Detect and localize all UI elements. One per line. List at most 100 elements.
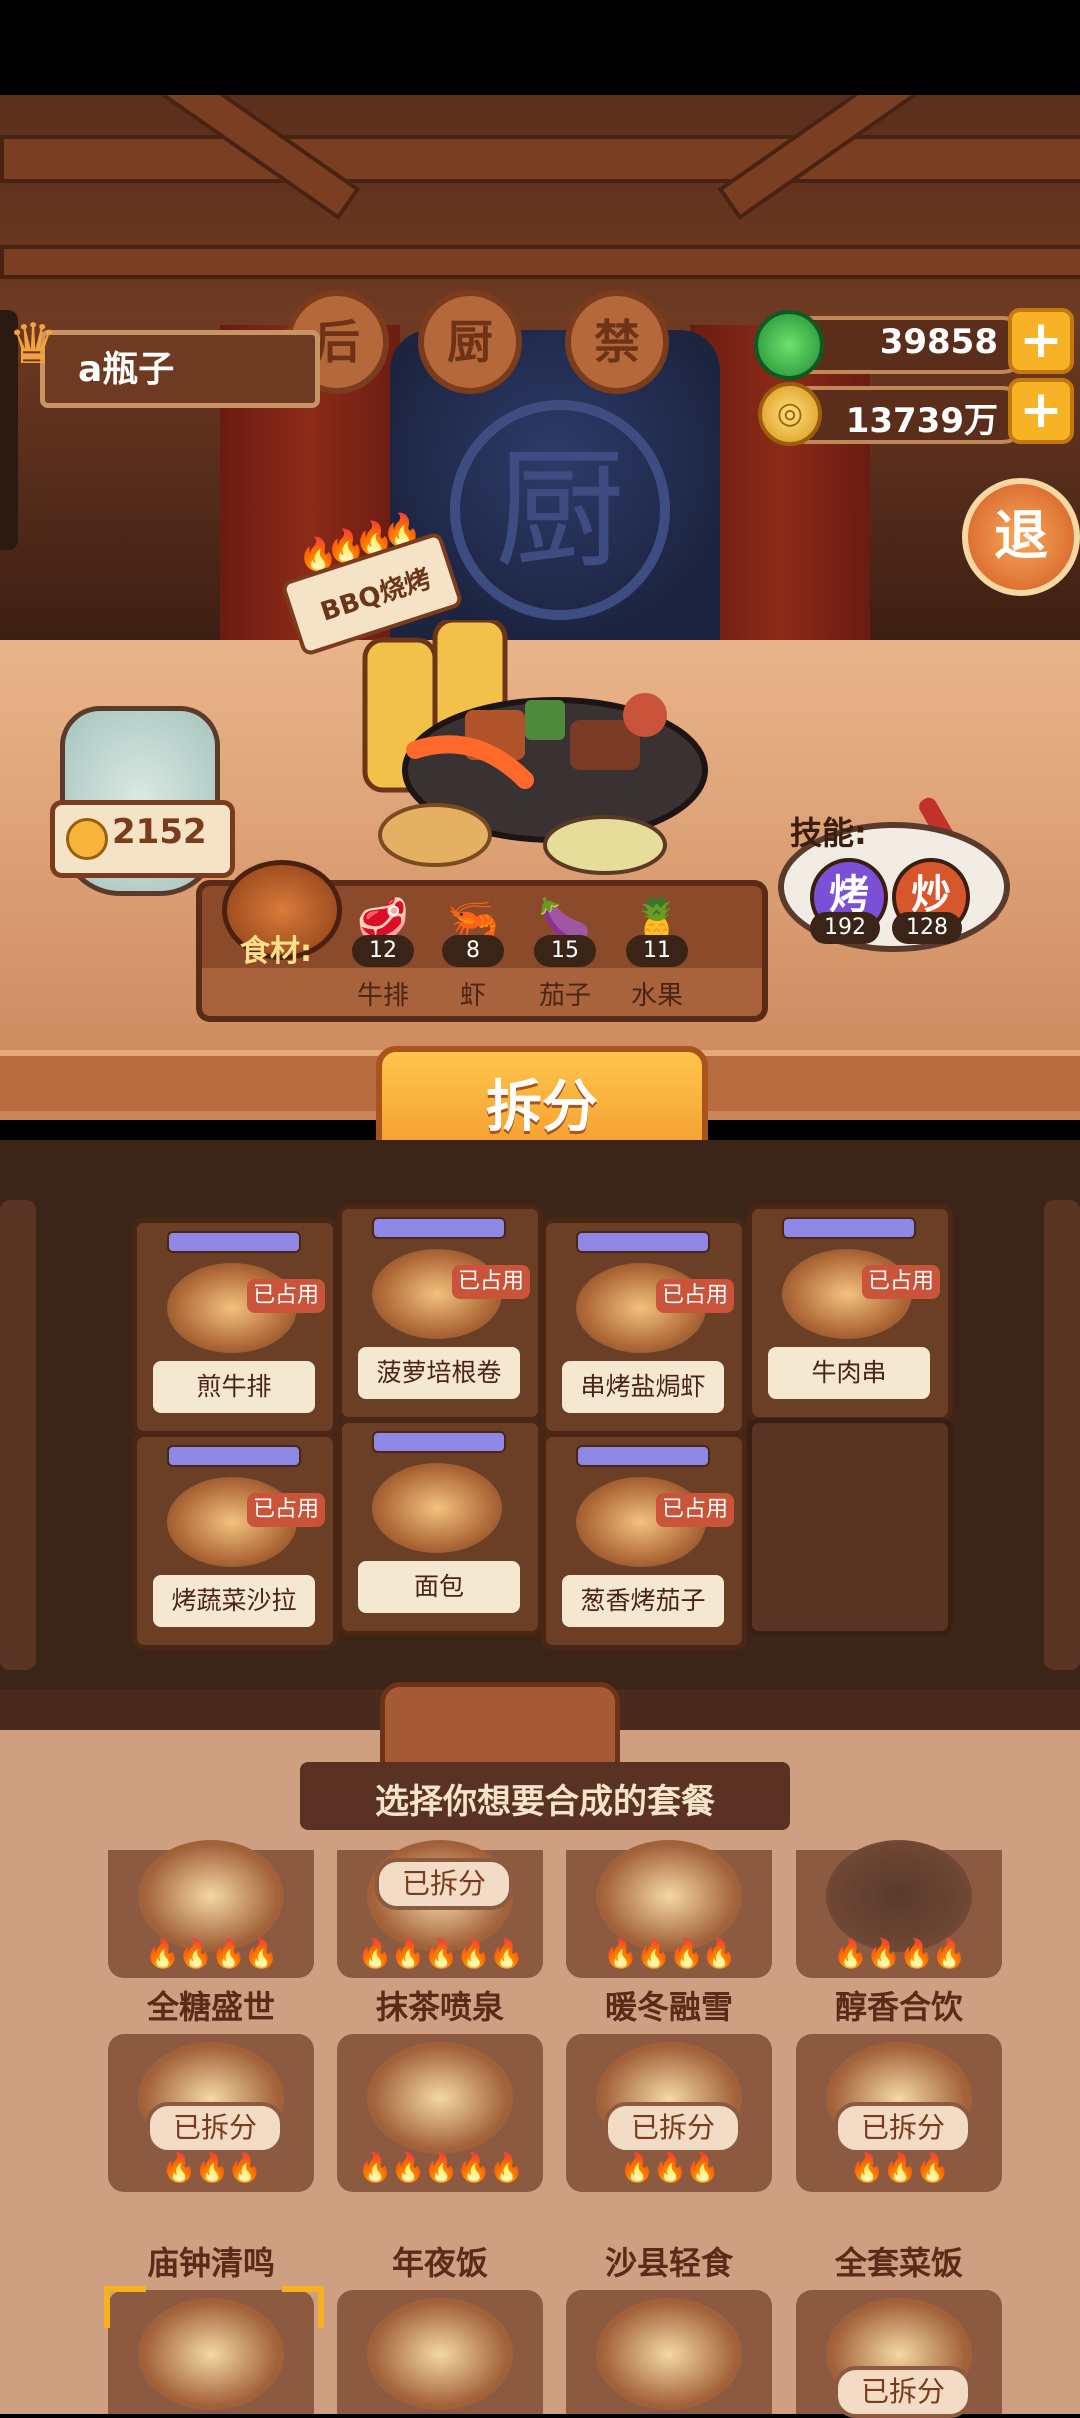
bbq-platter-image <box>362 620 708 875</box>
set-tile-locked[interactable]: 🔥🔥🔥🔥 <box>796 1840 1002 1978</box>
empty-dish-slot[interactable] <box>747 1418 953 1636</box>
exit-button[interactable]: 退 <box>962 478 1080 596</box>
set-tile[interactable]: 已拆分 🔥🔥🔥🔥🔥 <box>337 1840 543 1978</box>
ingredient-title: 食材: <box>240 934 312 969</box>
split-status-badge: 已拆分 <box>375 1858 513 1910</box>
ingredient-count: 12 <box>352 935 414 967</box>
ingredient-count: 15 <box>534 935 596 967</box>
set-dish-image <box>596 2298 742 2410</box>
set-heat-flames: 🔥🔥🔥 <box>619 2151 721 2184</box>
dish-level-bar <box>167 1445 301 1467</box>
set-silhouette-image <box>826 1840 972 1952</box>
set-name: 暖冬融雪 <box>604 1988 733 2026</box>
split-status-badge: 已拆分 <box>604 2102 742 2154</box>
ingredient-name: 牛排 <box>356 981 409 1011</box>
occupied-badge: 已占用 <box>655 1279 734 1313</box>
set-tile[interactable]: 🔥🔥🔥🔥 <box>108 1840 314 1978</box>
ingredient-count: 11 <box>626 935 688 967</box>
dish-card[interactable]: 已占用 煎牛排 <box>132 1218 338 1436</box>
set-heat-flames: 🔥🔥🔥🔥 <box>603 1937 736 1970</box>
set-dish-image <box>138 1840 284 1952</box>
add-coin-button[interactable]: + <box>1008 378 1074 444</box>
split-status-badge: 已拆分 <box>146 2102 284 2154</box>
set-tile[interactable]: 🔥🔥🔥🔥 <box>566 1840 772 1978</box>
door-plaque: 厨 <box>418 290 522 394</box>
dish-name: 串烤盐焗虾 <box>562 1361 724 1413</box>
split-status-badge: 已拆分 <box>834 2366 972 2418</box>
dish-name: 牛肉串 <box>768 1347 930 1399</box>
occupied-badge: 已占用 <box>246 1279 325 1313</box>
dish-name: 煎牛排 <box>153 1361 315 1413</box>
dish-card[interactable]: 已占用 烤蔬菜沙拉 <box>132 1432 338 1650</box>
bread-image <box>372 1463 502 1553</box>
dish-level-bar <box>372 1431 506 1453</box>
dish-name: 面包 <box>358 1561 520 1613</box>
ingredient-name: 茄子 <box>538 981 591 1011</box>
ingredient-name: 水果 <box>630 981 683 1011</box>
dish-level-bar <box>782 1217 916 1239</box>
user-name: a瓶子 <box>78 349 175 390</box>
ingredient-count: 8 <box>442 935 504 967</box>
kitchen-logo: 厨 <box>450 400 670 620</box>
set-tile[interactable]: 已拆分 🔥🔥🔥 <box>796 2034 1002 2192</box>
set-name: 年夜饭 <box>391 2244 488 2282</box>
skill-title: 技能: <box>790 814 867 852</box>
occupied-badge: 已占用 <box>246 1493 325 1527</box>
selection-corner <box>282 2286 324 2328</box>
jade-currency-icon <box>754 310 824 380</box>
set-name: 全糖盛世 <box>146 1988 275 2026</box>
set-tile[interactable] <box>566 2290 772 2414</box>
set-dish-image <box>596 1840 742 1952</box>
chef-avatar-icon[interactable]: ♛ <box>8 312 64 392</box>
set-tile[interactable]: 已拆分 <box>796 2290 1002 2418</box>
set-heat-flames: 🔥🔥🔥🔥 <box>145 1937 278 1970</box>
set-tile[interactable]: 已拆分 🔥🔥🔥 <box>566 2034 772 2192</box>
selection-corner <box>104 2286 146 2328</box>
occupied-badge: 已占用 <box>861 1265 940 1299</box>
ceiling-rail <box>0 245 1080 279</box>
dish-card[interactable]: 已占用 菠萝培根卷 <box>337 1204 543 1422</box>
occupied-badge: 已占用 <box>655 1493 734 1527</box>
split-status-badge: 已拆分 <box>834 2102 972 2154</box>
occupied-badge: 已占用 <box>451 1265 530 1299</box>
status-bar-area <box>0 0 1080 95</box>
dish-name: 烤蔬菜沙拉 <box>153 1575 315 1627</box>
cabinet-post <box>0 1200 36 1670</box>
set-tile[interactable]: 🔥🔥🔥🔥🔥 <box>337 2034 543 2192</box>
stirfry-skill-value: 128 <box>892 912 962 944</box>
set-tile[interactable]: 已拆分 🔥🔥🔥 <box>108 2034 314 2192</box>
dish-card[interactable]: 已占用 牛肉串 <box>747 1204 953 1422</box>
jar-coin-value: 2152 <box>112 812 207 852</box>
dish-card[interactable]: 已占用 葱香烤茄子 <box>541 1432 747 1650</box>
set-dish-image <box>367 2298 513 2410</box>
coin-icon <box>66 818 108 860</box>
set-heat-flames: 🔥🔥🔥🔥🔥 <box>357 1937 524 1970</box>
bbq-set-image <box>138 2298 284 2410</box>
add-jade-button[interactable]: + <box>1008 308 1074 374</box>
door-plaque: 禁 <box>565 290 669 394</box>
dish-level-bar <box>576 1231 710 1253</box>
coin-value: 13739万 <box>845 401 998 441</box>
set-heat-flames: 🔥🔥🔥 <box>161 2151 263 2184</box>
cabinet-post <box>1044 1200 1080 1670</box>
jade-value: 39858 <box>879 322 998 362</box>
set-name: 醇香合饮 <box>834 1988 963 2026</box>
set-panel-title: 选择你想要合成的套餐 <box>375 1782 715 1822</box>
grill-skill-value: 192 <box>810 912 880 944</box>
roof-beam <box>0 135 1080 183</box>
set-heat-flames: 🔥🔥🔥 <box>849 2151 951 2184</box>
dish-name: 菠萝培根卷 <box>358 1347 520 1399</box>
ingredient-name: 虾 <box>459 981 486 1011</box>
dish-name: 葱香烤茄子 <box>562 1575 724 1627</box>
set-heat-flames: 🔥🔥🔥🔥 <box>833 1937 966 1970</box>
set-name: 全套菜饭 <box>834 2244 963 2282</box>
set-name: 抹茶喷泉 <box>375 1988 504 2026</box>
set-name: 庙钟清鸣 <box>146 2244 275 2282</box>
set-tile[interactable] <box>337 2290 543 2414</box>
dish-level-bar <box>576 1445 710 1467</box>
panel-drawer-handle[interactable] <box>380 1682 620 1770</box>
dish-card[interactable]: 面包 <box>337 1418 543 1636</box>
coin-currency-icon: ◎ <box>758 382 822 446</box>
dish-card[interactable]: 已占用 串烤盐焗虾 <box>541 1218 747 1436</box>
set-name: 沙县轻食 <box>604 2244 733 2282</box>
